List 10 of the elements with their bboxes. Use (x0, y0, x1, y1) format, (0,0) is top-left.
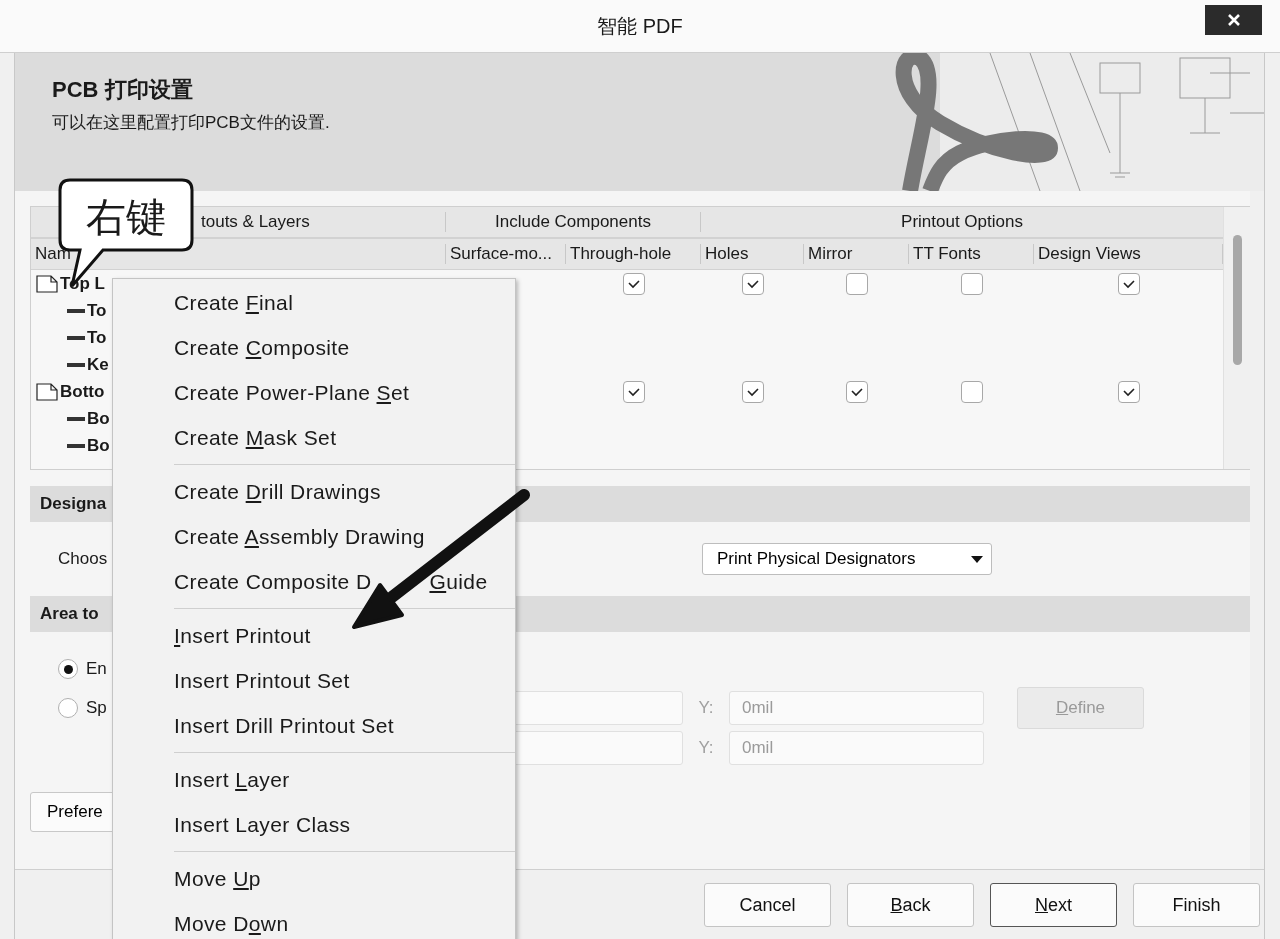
banner-subtitle: 可以在这里配置打印PCB文件的设置. (52, 112, 330, 134)
radio-label: En (86, 659, 107, 679)
radio-label: Sp (86, 698, 107, 718)
banner-title: PCB 打印设置 (52, 76, 194, 104)
field-label: Choos (57, 549, 109, 569)
column-group-header: Printout Options (900, 212, 1024, 232)
window-title: 智能 PDF (597, 13, 683, 39)
field-label: Y: (697, 698, 715, 718)
field-label: Y: (697, 738, 715, 758)
column-group-header: Include Components (446, 212, 701, 232)
